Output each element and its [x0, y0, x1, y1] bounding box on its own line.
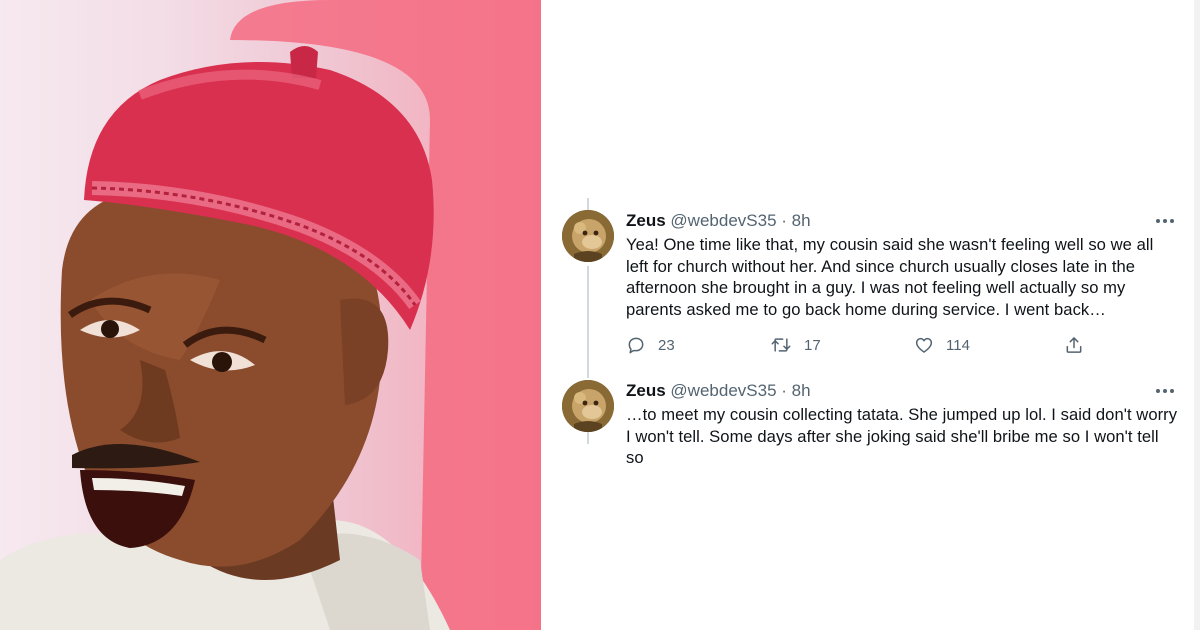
- author-name[interactable]: Zeus: [626, 211, 666, 230]
- separator-dot: ·: [781, 381, 787, 400]
- scrollbar[interactable]: [1194, 0, 1200, 630]
- author-name[interactable]: Zeus: [626, 381, 666, 400]
- author-handle[interactable]: @webdevS35: [670, 381, 776, 400]
- tweet-time[interactable]: 8h: [792, 381, 811, 400]
- tweet-text: …to meet my cousin collecting tatata. Sh…: [626, 405, 1178, 468]
- comment-bubble-icon: [628, 337, 644, 354]
- tweet-time[interactable]: 8h: [792, 211, 811, 230]
- retweet-arrows-icon: [771, 338, 791, 352]
- tweet-header: Zeus @webdevS35 · 8h: [626, 210, 1178, 232]
- tweet-content: Zeus @webdevS35 · 8h Yea! One time like …: [626, 210, 1178, 358]
- thread-line: [587, 266, 589, 378]
- ape-avatar-icon: [562, 380, 614, 432]
- more-dots-icon[interactable]: [1156, 219, 1176, 225]
- avatar[interactable]: [562, 210, 614, 262]
- like-count: 114: [946, 336, 970, 354]
- heart-icon: [915, 338, 933, 354]
- separator-dot: ·: [781, 211, 787, 230]
- share-button[interactable]: [1064, 332, 1084, 358]
- reply-button[interactable]: 23: [626, 332, 675, 358]
- reply-count: 23: [658, 336, 675, 354]
- tweet-thread-panel: Zeus @webdevS35 · 8h Yea! One time like …: [541, 0, 1200, 630]
- tweet-text: Yea! One time like that, my cousin said …: [626, 235, 1154, 319]
- tweet-header: Zeus @webdevS35 · 8h: [626, 380, 1178, 402]
- ape-avatar-icon: [562, 210, 614, 262]
- man-in-red-cap-illustration: [0, 0, 541, 630]
- retweet-count: 17: [804, 336, 821, 354]
- avatar[interactable]: [562, 380, 614, 432]
- like-button[interactable]: 114: [914, 332, 970, 358]
- thread-line: [587, 432, 589, 444]
- news-photo: [0, 0, 541, 630]
- retweet-button[interactable]: 17: [770, 332, 821, 358]
- share-upload-icon: [1066, 337, 1082, 354]
- tweet-actions: 23 17 114: [626, 332, 1178, 358]
- more-dots-icon[interactable]: [1156, 389, 1176, 395]
- tweet-content: Zeus @webdevS35 · 8h …to meet my cousin …: [626, 380, 1178, 469]
- thread-line: [587, 198, 589, 210]
- author-handle[interactable]: @webdevS35: [670, 211, 776, 230]
